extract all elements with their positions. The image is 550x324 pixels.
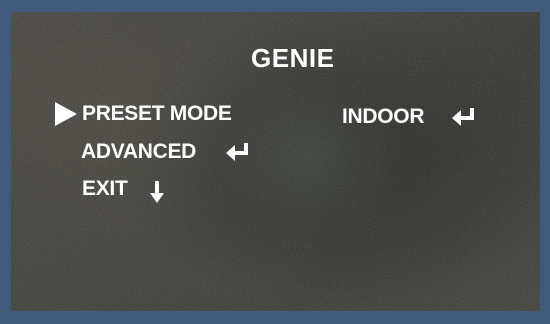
menu-title: GENIE (251, 43, 335, 73)
enter-icon (452, 108, 474, 126)
osd-screen: GENIE PRESET MODE INDOOR ADVANCED EXIT (11, 12, 540, 311)
menu-item-exit[interactable]: EXIT (82, 178, 128, 199)
menu-item-preset-mode[interactable]: PRESET MODE (82, 103, 232, 124)
monitor-frame: GENIE PRESET MODE INDOOR ADVANCED EXIT (0, 0, 550, 324)
arrow-down-icon (150, 181, 164, 203)
triangle-right-icon (55, 102, 77, 126)
menu-item-advanced[interactable]: ADVANCED (81, 141, 196, 162)
preset-mode-value[interactable]: INDOOR (342, 106, 425, 127)
enter-icon (226, 143, 248, 161)
